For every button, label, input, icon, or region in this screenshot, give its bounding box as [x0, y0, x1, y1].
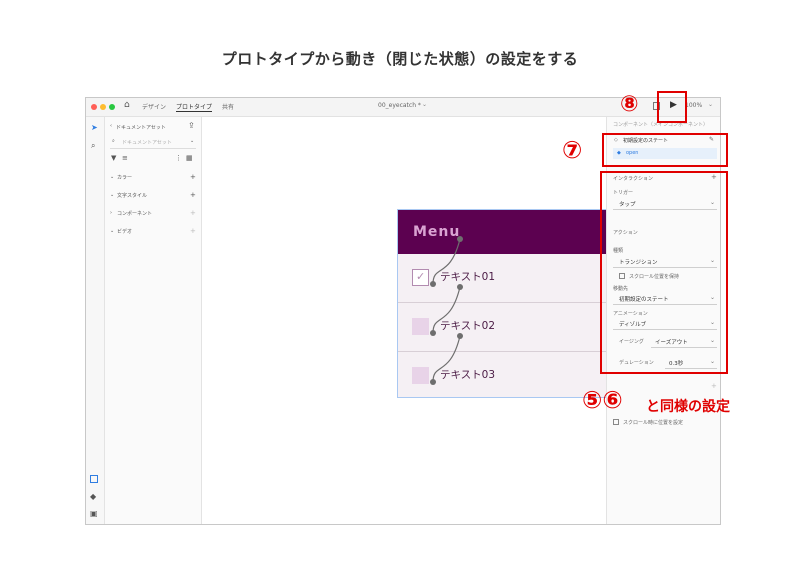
callout-7: ⑦ [562, 136, 583, 164]
document-assets-panel: ‹ ドキュメントアセット ⇪ ⌕ ドキュメントアセット ⌄ ▼ ≡ ⋮ ▦ ⌄ … [105, 117, 202, 524]
chevron-down-icon: ⌄ [110, 228, 115, 234]
sort-icon[interactable]: ≡ [122, 154, 128, 162]
page-title: プロトタイプから動き（閉じた状態）の設定をする [221, 50, 579, 68]
tab-design[interactable]: デザイン [142, 102, 166, 111]
add-video-icon[interactable]: + [190, 227, 196, 235]
callout-box-56 [600, 171, 728, 374]
wire-end[interactable] [457, 284, 463, 290]
prototype-wires: + [430, 236, 463, 385]
layers-icon[interactable]: ◆ [90, 492, 96, 501]
section-colors-label: カラー [117, 175, 133, 181]
search-icon: ⌕ [112, 138, 115, 144]
close-window-button[interactable] [91, 104, 97, 110]
artboard-canvas[interactable]: Menu ︿ ✓ テキスト01 テキスト02 テキスト03 [202, 117, 639, 524]
callout-box-7 [602, 133, 728, 167]
filter-icon[interactable]: ▼ [111, 154, 116, 162]
zoom-chevron-icon[interactable]: ⌄ [708, 101, 713, 108]
tab-share[interactable]: 共有 [222, 102, 234, 111]
wire-end[interactable] [457, 333, 463, 339]
assets-title[interactable]: ドキュメントアセット [116, 124, 166, 131]
scroll-reset-checkbox[interactable]: スクロール時に位置を設定 [613, 418, 717, 427]
doc-chevron-icon[interactable]: ⌄ [422, 101, 427, 108]
chevron-right-icon: › [110, 210, 112, 216]
back-chevron-icon[interactable]: ‹ [110, 123, 112, 129]
add-color-icon[interactable]: + [190, 173, 196, 181]
assets-icon[interactable] [90, 475, 98, 483]
minimize-window-button[interactable] [100, 104, 106, 110]
section-colors[interactable]: ⌄ カラー + [110, 173, 196, 182]
search-placeholder: ドキュメントアセット [122, 140, 172, 146]
callout-56-text: と同様の設定 [646, 399, 730, 415]
add-char-style-icon[interactable]: + [190, 191, 196, 199]
section-char-styles[interactable]: ⌄ 文字スタイル + [110, 191, 196, 200]
section-components-label: コンポーネント [117, 211, 153, 217]
wire-row3 [432, 335, 461, 383]
select-tool-icon[interactable]: ➤ [91, 123, 98, 132]
wire-handle[interactable] [430, 281, 436, 287]
tab-prototype[interactable]: プロトタイプ [176, 102, 213, 112]
chevron-down-icon: ⌄ [110, 174, 115, 180]
wire-row2 [432, 286, 461, 334]
zoom-level[interactable]: 100% [685, 102, 702, 109]
plugins-icon[interactable]: ▣ [90, 509, 98, 518]
add-component-icon[interactable]: + [190, 209, 196, 217]
grid-view-icon[interactable]: ▦ [186, 154, 193, 162]
maximize-window-button[interactable] [109, 104, 115, 110]
asset-search-box[interactable]: ⌕ ドキュメントアセット ⌄ [110, 137, 196, 149]
callout-box-8 [657, 91, 687, 123]
tool-strip: ➤ ⌕ ◆ ▣ [86, 117, 105, 524]
zoom-tool-icon[interactable]: ⌕ [91, 141, 95, 151]
home-icon[interactable]: ⌂ [124, 100, 130, 110]
callout-8: ⑧ [620, 92, 639, 117]
section-video-label: ビデオ [117, 229, 133, 235]
list-view-icon[interactable]: ⋮ [175, 154, 182, 162]
export-icon[interactable]: ⇪ [188, 121, 195, 130]
section-video[interactable]: ⌄ ビデオ + [110, 227, 196, 236]
document-name[interactable]: 00_eyecatch * [378, 102, 421, 109]
wire-row1 [432, 238, 461, 285]
section-char-styles-label: 文字スタイル [117, 193, 148, 199]
chevron-down-icon: ⌄ [110, 192, 115, 198]
section-components[interactable]: › コンポーネント + [110, 209, 196, 218]
search-chevron-icon[interactable]: ⌄ [190, 138, 194, 144]
wire-handle[interactable] [430, 330, 436, 336]
checkbox-box [613, 419, 619, 425]
callout-56: ⑤⑥ [582, 386, 623, 414]
wire-handle[interactable] [430, 379, 436, 385]
wire-end[interactable] [457, 236, 463, 242]
scroll-reset-label: スクロール時に位置を設定 [623, 420, 684, 426]
add-action-icon[interactable]: + [711, 382, 717, 390]
